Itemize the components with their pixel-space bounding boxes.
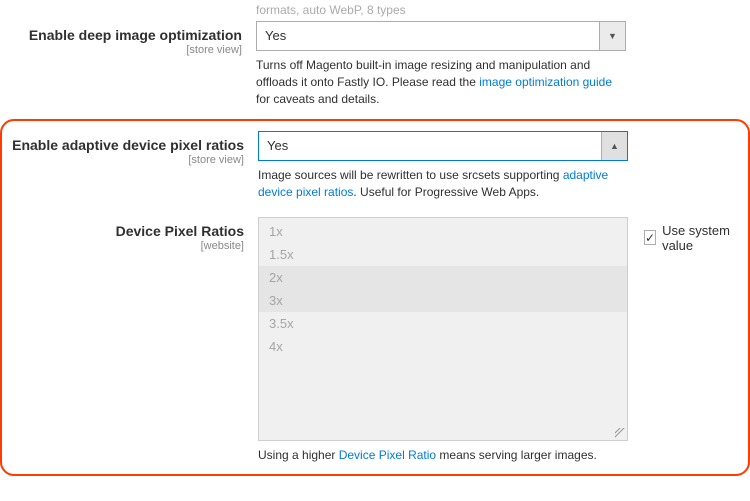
chevron-down-icon: ▼ [599,22,625,50]
adaptive-ratios-select[interactable]: Yes ▲ [258,131,628,161]
use-system-value-checkbox[interactable]: ✓ Use system value [644,223,738,253]
ratio-option[interactable]: 3.5x [259,312,627,335]
deep-image-opt-value: Yes [257,22,599,50]
image-optimization-guide-link[interactable]: image optimization guide [479,75,612,89]
scope-deep-image-opt: [store view] [0,44,242,56]
label-device-pixel-ratios: Device Pixel Ratios [116,223,244,239]
ratio-option[interactable]: 3x [259,289,627,312]
highlight-adaptive-ratios: Enable adaptive device pixel ratios [sto… [0,119,750,475]
device-pixel-ratios-note: Using a higher Device Pixel Ratio means … [258,447,628,464]
device-pixel-ratios-multiselect[interactable]: 1x1.5x2x3x3.5x4x [258,217,628,441]
ratio-option[interactable]: 4x [259,335,627,358]
adaptive-ratios-note: Image sources will be rewritten to use s… [258,167,628,201]
label-deep-image-opt: Enable deep image optimization [29,27,242,43]
checkmark-icon: ✓ [644,230,656,245]
label-adaptive-ratios: Enable adaptive device pixel ratios [12,137,244,153]
truncated-text: formats, auto WebP, 8 types [256,3,406,17]
scope-device-pixel-ratios: [website] [2,240,244,252]
chevron-up-icon: ▲ [601,132,627,160]
scope-adaptive-ratios: [store view] [2,154,244,166]
deep-image-opt-select[interactable]: Yes ▼ [256,21,626,51]
adaptive-ratios-value: Yes [259,132,601,160]
use-system-value-label: Use system value [662,223,738,253]
ratio-option[interactable]: 1.5x [259,243,627,266]
ratio-option[interactable]: 1x [259,220,627,243]
deep-image-opt-note: Turns off Magento built-in image resizin… [256,57,626,107]
device-pixel-ratio-link[interactable]: Device Pixel Ratio [339,448,436,462]
ratio-option[interactable]: 2x [259,266,627,289]
